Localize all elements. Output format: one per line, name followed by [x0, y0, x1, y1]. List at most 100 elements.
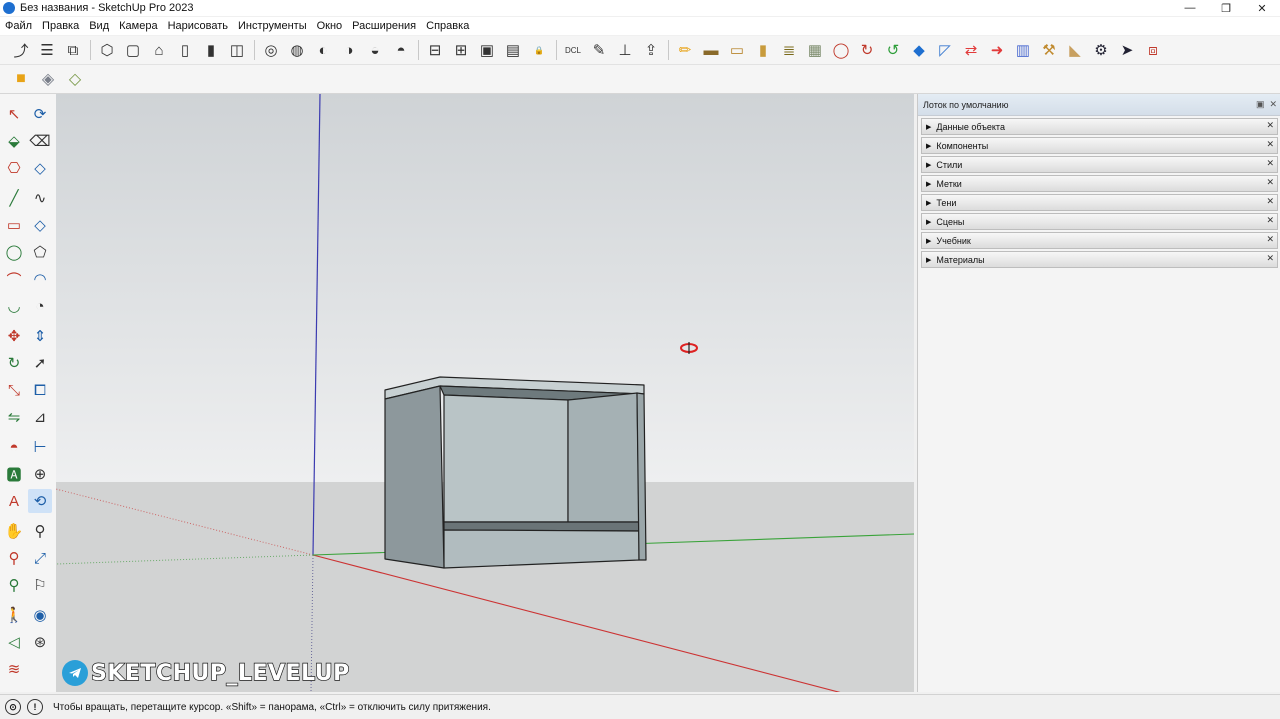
menu-tools[interactable]: Инструменты [233, 20, 312, 32]
solid-trim-icon[interactable]: ◇ [64, 68, 86, 90]
scene-canvas[interactable] [56, 94, 914, 692]
panel-close-icon[interactable]: ✕ [1266, 253, 1274, 264]
line-icon[interactable]: ╱ [2, 186, 26, 210]
push-pull-icon[interactable]: ⇕ [28, 324, 52, 348]
flip-icon[interactable]: ⇋ [2, 405, 26, 429]
rotate-red-icon[interactable]: ↻ [856, 39, 878, 61]
two-point-arc-icon[interactable]: ◠ [28, 267, 52, 291]
select-icon[interactable]: ↖ [2, 102, 26, 126]
rotate-green-icon[interactable]: ↺ [882, 39, 904, 61]
shape-icon[interactable]: ◆ [908, 39, 930, 61]
menu-extensions[interactable]: Расширения [347, 20, 421, 32]
info-icon[interactable]: ! [27, 699, 43, 715]
stack-icon[interactable]: ≣ [778, 39, 800, 61]
polygon-icon[interactable]: ⬠ [28, 240, 52, 264]
tray-panel-2[interactable]: ▶ Стили ✕ [921, 156, 1278, 173]
tray-panel-6[interactable]: ▶ Учебник ✕ [921, 232, 1278, 249]
tray-pin-icon[interactable]: ▣ [1256, 99, 1265, 110]
left-view-icon[interactable]: ◫ [226, 39, 248, 61]
settings-icon[interactable]: ⚙ [1090, 39, 1112, 61]
textured-icon[interactable]: ◒ [364, 39, 386, 61]
tape-measure-icon[interactable]: ⊿ [28, 405, 52, 429]
look-around-icon[interactable]: ◉ [28, 603, 52, 627]
interact-icon[interactable]: ✎ [588, 39, 610, 61]
rotate-tool-icon[interactable]: ↻ [2, 351, 26, 375]
section-fill-icon[interactable]: ▣ [476, 39, 498, 61]
styles-select-icon[interactable]: ⤴ [10, 39, 32, 61]
arrow-red-icon[interactable]: ➜ [986, 39, 1008, 61]
section-tool-icon[interactable]: ◁ [2, 630, 26, 654]
menu-view[interactable]: Вид [84, 20, 114, 32]
close-button[interactable]: ✕ [1244, 0, 1280, 16]
scale-icon[interactable]: ⤡ [2, 378, 26, 402]
freehand-icon[interactable]: ∿ [28, 186, 52, 210]
three-point-arc-icon[interactable]: ◡ [2, 294, 26, 318]
follow-me-icon[interactable]: ➚ [28, 351, 52, 375]
menu-camera[interactable]: Камера [114, 20, 162, 32]
tray-panel-0[interactable]: ▶ Данные объекта ✕ [921, 118, 1278, 135]
tray-panel-1[interactable]: ▶ Компоненты ✕ [921, 137, 1278, 154]
previous-view-icon[interactable]: ⚲ [2, 573, 26, 597]
expand-triangle-icon[interactable]: ▶ [926, 161, 931, 169]
menu-edit[interactable]: Правка [37, 20, 84, 32]
move-tool-icon[interactable]: ✥ [2, 324, 26, 348]
position-camera-icon[interactable]: ⚐ [28, 573, 52, 597]
section-cut-icon[interactable]: ⊞ [450, 39, 472, 61]
hidden-line-icon[interactable]: ◐ [312, 39, 334, 61]
tray-panel-4[interactable]: ▶ Тени ✕ [921, 194, 1278, 211]
sandbox-icon[interactable]: ⊛ [28, 630, 52, 654]
axes-tool-icon[interactable]: ⊕ [28, 462, 52, 486]
expand-triangle-icon[interactable]: ▶ [926, 237, 931, 245]
menu-file[interactable]: Файл [0, 20, 37, 32]
measure-icon[interactable]: ◸ [934, 39, 956, 61]
eraser-icon[interactable]: ⌫ [28, 129, 52, 153]
extension-icon[interactable]: ⧈ [1142, 39, 1164, 61]
tag-tool-icon[interactable]: ◇ [28, 156, 52, 180]
zoom-window-icon[interactable]: ⚲ [2, 546, 26, 570]
geolocation-icon[interactable]: ⊙ [5, 699, 21, 715]
lasso-icon[interactable]: ⟳ [28, 102, 52, 126]
tray-panel-5[interactable]: ▶ Сцены ✕ [921, 213, 1278, 230]
expand-triangle-icon[interactable]: ▶ [926, 199, 931, 207]
arc-icon[interactable]: ⌒ [2, 267, 26, 291]
panel-close-icon[interactable]: ✕ [1266, 215, 1274, 226]
component-icon[interactable]: ⧉ [62, 39, 84, 61]
section-plane-icon[interactable]: ⊟ [424, 39, 446, 61]
maximize-button[interactable]: ❐ [1208, 0, 1244, 16]
offset-icon[interactable]: ⧠ [28, 378, 52, 402]
move-icon[interactable]: ⇄ [960, 39, 982, 61]
expand-triangle-icon[interactable]: ▶ [926, 218, 931, 226]
drill-icon[interactable]: ⚒ [1038, 39, 1060, 61]
export-icon[interactable]: ⇪ [640, 39, 662, 61]
iso-view-icon[interactable]: ⬡ [96, 39, 118, 61]
tray-panel-3[interactable]: ▶ Метки ✕ [921, 175, 1278, 192]
section-lock-icon[interactable]: 🔒 [528, 39, 550, 61]
zoom-extents-icon[interactable]: ⤢ [28, 546, 52, 570]
plank-icon[interactable]: ▭ [726, 39, 748, 61]
circle-icon[interactable]: ◯ [2, 240, 26, 264]
walk-icon[interactable]: 🚶 [2, 603, 26, 627]
smoove-icon[interactable]: ≋ [2, 657, 26, 681]
shaded-icon[interactable]: ◑ [338, 39, 360, 61]
orbit-icon[interactable]: ⟲ [28, 489, 52, 513]
tray-panel-7[interactable]: ▶ Материалы ✕ [921, 251, 1278, 268]
post-icon[interactable]: ▮ [752, 39, 774, 61]
xray-icon[interactable]: ◎ [260, 39, 282, 61]
front-view-icon[interactable]: ⌂ [148, 39, 170, 61]
panel-close-icon[interactable]: ✕ [1266, 139, 1274, 150]
expand-triangle-icon[interactable]: ▶ [926, 123, 931, 131]
tray-close-icon[interactable]: ✕ [1269, 99, 1277, 110]
protractor-icon[interactable]: ◓ [2, 435, 26, 459]
box-icon[interactable]: ▦ [804, 39, 826, 61]
panel-close-icon[interactable]: ✕ [1266, 120, 1274, 131]
ring-icon[interactable]: ◯ [830, 39, 852, 61]
dimension-icon[interactable]: ⊢ [28, 435, 52, 459]
paint-bucket-icon[interactable]: ⬙ [2, 129, 26, 153]
axes-icon[interactable]: ⊥ [614, 39, 636, 61]
dcl-icon[interactable]: DCL [562, 39, 584, 61]
cabinet-model[interactable] [384, 376, 647, 569]
3d-text-icon[interactable]: A [2, 489, 26, 513]
minimize-button[interactable]: — [1172, 0, 1208, 16]
back-view-icon[interactable]: ▮ [200, 39, 222, 61]
pie-icon[interactable]: ◔ [28, 294, 52, 318]
